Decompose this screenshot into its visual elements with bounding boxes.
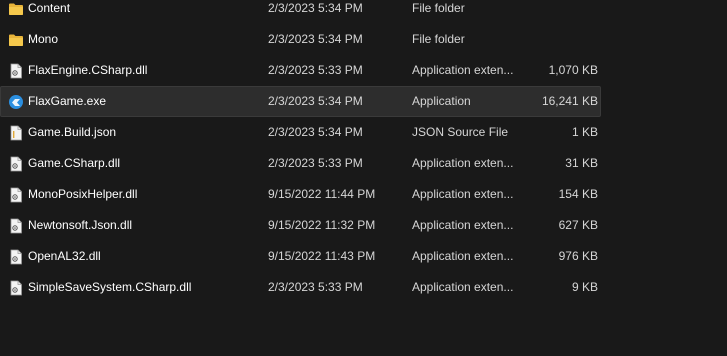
file-size: 154 KB [558, 187, 598, 201]
file-name: SimpleSaveSystem.CSharp.dll [28, 280, 192, 294]
file-row-flaxgame-exe[interactable]: FlaxGame.exe 2/3/2023 5:34 PM Applicatio… [0, 86, 601, 117]
file-type: Application exten... [412, 249, 514, 263]
dll-file-icon [8, 55, 24, 86]
file-date-modified: 9/15/2022 11:43 PM [268, 249, 376, 263]
file-row-monoposixhelper-dll[interactable]: MonoPosixHelper.dll 9/15/2022 11:44 PM A… [0, 179, 601, 210]
file-type: Application exten... [412, 63, 514, 77]
file-date-modified: 2/3/2023 5:33 PM [268, 63, 363, 77]
file-type: JSON Source File [412, 125, 509, 139]
file-name: MonoPosixHelper.dll [28, 187, 138, 201]
file-date-modified: 2/3/2023 5:34 PM [268, 32, 363, 46]
dll-file-icon [8, 179, 24, 210]
file-row-mono[interactable]: Mono 2/3/2023 5:34 PM File folder [0, 24, 601, 55]
file-name: OpenAL32.dll [28, 249, 101, 263]
file-date-modified: 9/15/2022 11:44 PM [268, 187, 376, 201]
file-size: 16,241 KB [541, 94, 598, 108]
file-row-flaxengine-csharp-dll[interactable]: FlaxEngine.CSharp.dll 2/3/2023 5:33 PM A… [0, 55, 601, 86]
file-type: Application [412, 94, 471, 108]
file-date-modified: 2/3/2023 5:33 PM [268, 280, 363, 294]
file-type: Application exten... [412, 218, 514, 232]
file-size: 976 KB [558, 249, 598, 263]
file-date-modified: 2/3/2023 5:33 PM [268, 156, 363, 170]
file-name: FlaxGame.exe [28, 94, 107, 108]
file-list: Content 2/3/2023 5:34 PM File folder Mon… [0, 0, 727, 303]
file-type: Application exten... [412, 280, 514, 294]
file-row-game-csharp-dll[interactable]: Game.CSharp.dll 2/3/2023 5:33 PM Applica… [0, 148, 601, 179]
file-date-modified: 2/3/2023 5:34 PM [268, 1, 363, 15]
file-name: Newtonsoft.Json.dll [28, 218, 133, 232]
file-name: Mono [28, 32, 59, 46]
file-row-newtonsoft-json-dll[interactable]: Newtonsoft.Json.dll 9/15/2022 11:32 PM A… [0, 210, 601, 241]
file-date-modified: 9/15/2022 11:32 PM [268, 218, 376, 232]
file-name: FlaxEngine.CSharp.dll [28, 63, 148, 77]
file-row-game-build-json[interactable]: Game.Build.json 2/3/2023 5:34 PM JSON So… [0, 117, 601, 148]
file-name: Content [28, 1, 71, 15]
dll-file-icon [8, 210, 24, 241]
file-type: File folder [412, 32, 465, 46]
file-size: 31 KB [565, 156, 598, 170]
file-name: Game.CSharp.dll [28, 156, 121, 170]
flax-app-icon [8, 87, 24, 116]
file-size: 627 KB [558, 218, 598, 232]
file-row-simplesavesystem-csharp-dll[interactable]: SimpleSaveSystem.CSharp.dll 2/3/2023 5:3… [0, 272, 601, 303]
file-type: Application exten... [412, 156, 514, 170]
dll-file-icon [8, 148, 24, 179]
file-size: 1,070 KB [548, 63, 598, 77]
file-size: 1 KB [571, 125, 598, 139]
file-date-modified: 2/3/2023 5:34 PM [268, 94, 363, 108]
json-file-icon [8, 117, 24, 148]
file-row-content[interactable]: Content 2/3/2023 5:34 PM File folder [0, 0, 601, 24]
file-type: Application exten... [412, 187, 514, 201]
file-row-openal32-dll[interactable]: OpenAL32.dll 9/15/2022 11:43 PM Applicat… [0, 241, 601, 272]
folder-icon [8, 0, 24, 24]
file-name: Game.Build.json [28, 125, 117, 139]
dll-file-icon [8, 272, 24, 303]
file-date-modified: 2/3/2023 5:34 PM [268, 125, 363, 139]
file-size: 9 KB [571, 280, 598, 294]
dll-file-icon [8, 241, 24, 272]
file-type: File folder [412, 1, 465, 15]
folder-icon [8, 24, 24, 55]
